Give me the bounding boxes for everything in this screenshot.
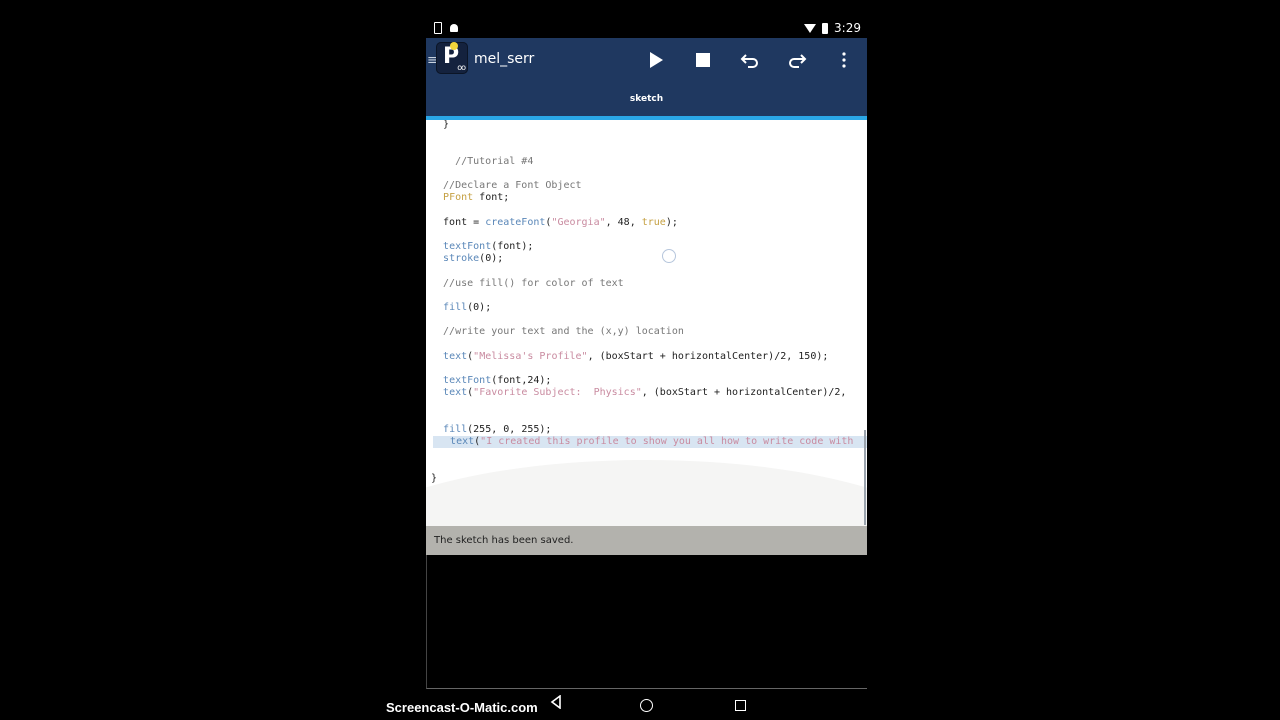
status-message: The sketch has been saved.	[434, 535, 574, 546]
status-bar: 3:29	[426, 16, 867, 40]
wifi-icon	[804, 23, 817, 33]
more-vert-icon	[842, 52, 846, 68]
app-logo: Poo	[436, 42, 468, 74]
undo-icon	[740, 54, 758, 68]
code-line[interactable]	[426, 265, 867, 277]
code-line[interactable]: textFont(font);	[426, 241, 867, 253]
phone-icon	[434, 22, 442, 34]
recents-button[interactable]	[735, 700, 746, 711]
back-button[interactable]	[550, 694, 564, 710]
code-line[interactable]: textFont(font,24);	[426, 375, 867, 387]
code-line[interactable]	[426, 168, 867, 180]
code-line[interactable]: PFont font;	[426, 192, 867, 204]
code-line[interactable]: text("I created this profile to show you…	[433, 436, 867, 449]
code-line[interactable]	[426, 412, 867, 424]
code-line[interactable]: stroke(0);	[426, 253, 867, 265]
stop-icon	[696, 53, 710, 67]
undo-button[interactable]	[738, 48, 762, 72]
code-line[interactable]: text("Melissa's Profile", (boxStart + ho…	[426, 351, 867, 363]
overflow-menu-button[interactable]	[832, 48, 856, 72]
code-line[interactable]	[426, 204, 867, 216]
play-icon	[650, 52, 663, 68]
tab-sketch[interactable]: sketch	[426, 94, 867, 104]
code-line[interactable]: }	[426, 473, 867, 485]
clock: 3:29	[834, 21, 861, 35]
code-line[interactable]	[426, 143, 867, 155]
code-line[interactable]: //Tutorial #4	[426, 156, 867, 168]
code-line[interactable]	[426, 400, 867, 412]
run-button[interactable]	[644, 48, 668, 72]
message-bar: The sketch has been saved.	[426, 526, 867, 555]
code-line[interactable]: //write your text and the (x,y) location	[426, 326, 867, 338]
code-line[interactable]	[426, 461, 867, 473]
code-line[interactable]: }	[426, 120, 867, 131]
watermark: Screencast-O-Matic.com	[386, 700, 538, 715]
loading-spinner	[662, 249, 676, 263]
redo-button[interactable]	[785, 48, 809, 72]
stop-button[interactable]	[691, 48, 715, 72]
back-icon	[550, 694, 561, 710]
redo-icon	[789, 54, 807, 68]
code-line[interactable]: text("Favorite Subject: Physics", (boxSt…	[426, 387, 867, 399]
editor-scrollbar[interactable]	[864, 430, 866, 525]
code-line[interactable]	[426, 131, 867, 143]
code-line[interactable]: fill(0);	[426, 302, 867, 314]
code-line[interactable]: //use fill() for color of text	[426, 278, 867, 290]
code-line[interactable]	[426, 363, 867, 375]
app-bar: ≡ Poo mel_serr sketch	[426, 38, 867, 116]
code-line[interactable]: //Declare a Font Object	[426, 180, 867, 192]
code-line[interactable]: fill(255, 0, 255);	[426, 424, 867, 436]
code-line[interactable]	[426, 339, 867, 351]
home-button[interactable]	[640, 699, 653, 712]
battery-icon	[822, 22, 829, 34]
code-line[interactable]	[426, 314, 867, 326]
code-line[interactable]	[426, 229, 867, 241]
code-line[interactable]: font = createFont("Georgia", 48, true);	[426, 217, 867, 229]
code-editor[interactable]: } //Tutorial #4 //Declare a Font Object …	[426, 120, 867, 526]
code-line[interactable]	[426, 290, 867, 302]
android-icon	[450, 24, 458, 32]
sketch-name: mel_serr	[474, 51, 535, 67]
code-line[interactable]	[426, 448, 867, 460]
console-area	[426, 555, 867, 689]
